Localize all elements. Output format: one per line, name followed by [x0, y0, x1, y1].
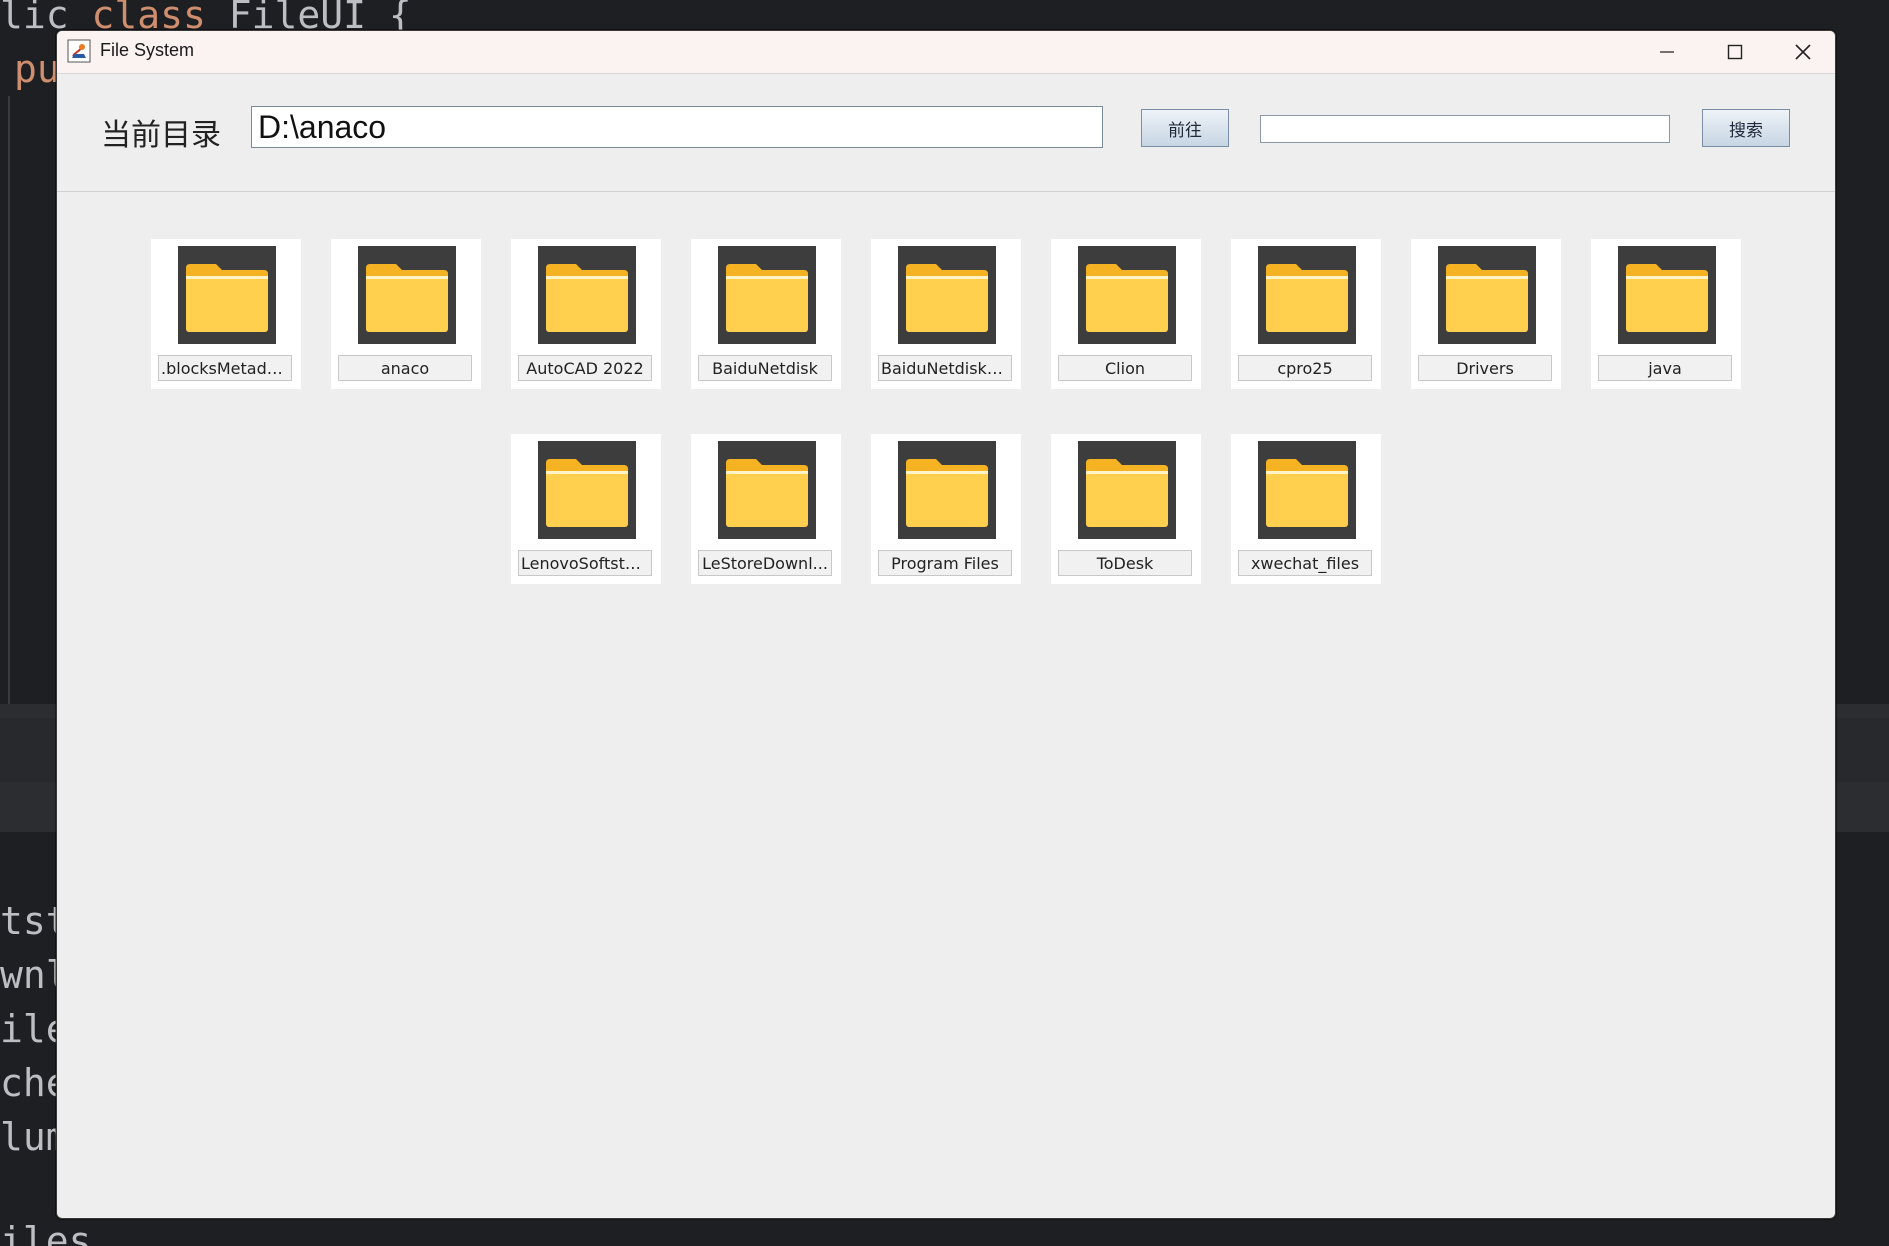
- folder-tile[interactable]: AutoCAD 2022: [511, 239, 661, 389]
- folder-thumbnail: [718, 246, 816, 344]
- folder-name: Drivers: [1418, 355, 1552, 381]
- folder-name: LenovoSoftsto...: [518, 550, 652, 576]
- folder-icon: [186, 264, 268, 332]
- folder-thumbnail: [1078, 246, 1176, 344]
- go-button[interactable]: 前往: [1141, 109, 1229, 147]
- maximize-button[interactable]: [1705, 31, 1765, 73]
- folder-icon: [366, 264, 448, 332]
- folder-icon: [1266, 459, 1348, 527]
- folder-icon: [546, 264, 628, 332]
- folder-icon: [1446, 264, 1528, 332]
- folder-name: AutoCAD 2022: [518, 355, 652, 381]
- folder-name: ToDesk: [1058, 550, 1192, 576]
- folder-tile[interactable]: BaiduNetdiskD...: [871, 239, 1021, 389]
- folder-icon: [906, 264, 988, 332]
- toolbar: 当前目录 前往 搜索: [57, 74, 1835, 192]
- folder-thumbnail: [718, 441, 816, 539]
- code-line-8: iles: [0, 1219, 92, 1246]
- folder-tile[interactable]: cpro25: [1231, 239, 1381, 389]
- folder-tile[interactable]: Program Files: [871, 434, 1021, 584]
- folder-tile[interactable]: Clion: [1051, 239, 1201, 389]
- folder-name: java: [1598, 355, 1732, 381]
- window-title: File System: [100, 40, 195, 60]
- path-input[interactable]: [251, 106, 1103, 148]
- folder-thumbnail: [1258, 441, 1356, 539]
- folder-icon: [906, 459, 988, 527]
- folder-icon: [1266, 264, 1348, 332]
- current-directory-label: 当前目录: [101, 118, 221, 153]
- folder-tile[interactable]: BaiduNetdisk: [691, 239, 841, 389]
- editor-gutter-line: [8, 96, 10, 706]
- folder-tile[interactable]: anaco: [331, 239, 481, 389]
- folder-name: anaco: [338, 355, 472, 381]
- folder-name: xwechat_files: [1238, 550, 1372, 576]
- folder-thumbnail: [538, 246, 636, 344]
- folder-name: Program Files: [878, 550, 1012, 576]
- folder-icon: [1086, 459, 1168, 527]
- folder-grid: .blocksMetada... anaco AutoCAD 2022 Baid…: [57, 192, 1835, 1212]
- folder-icon: [726, 264, 808, 332]
- folder-tile[interactable]: java: [1591, 239, 1741, 389]
- folder-thumbnail: [178, 246, 276, 344]
- folder-name: Clion: [1058, 355, 1192, 381]
- title-bar[interactable]: File System: [57, 31, 1835, 74]
- folder-thumbnail: [358, 246, 456, 344]
- search-input[interactable]: [1260, 115, 1670, 143]
- folder-thumbnail: [1078, 441, 1176, 539]
- maximize-icon: [1727, 44, 1743, 60]
- java-app-icon: [67, 39, 91, 63]
- close-button[interactable]: [1773, 31, 1833, 73]
- folder-tile[interactable]: xwechat_files: [1231, 434, 1381, 584]
- folder-thumbnail: [1618, 246, 1716, 344]
- folder-tile[interactable]: Drivers: [1411, 239, 1561, 389]
- folder-tile[interactable]: LeStoreDownl...: [691, 434, 841, 584]
- folder-name: BaiduNetdisk: [698, 355, 832, 381]
- folder-thumbnail: [898, 246, 996, 344]
- folder-name: .blocksMetada...: [158, 355, 292, 381]
- folder-thumbnail: [1258, 246, 1356, 344]
- folder-tile[interactable]: .blocksMetada...: [151, 239, 301, 389]
- folder-icon: [1086, 264, 1168, 332]
- folder-thumbnail: [538, 441, 636, 539]
- folder-name: BaiduNetdiskD...: [878, 355, 1012, 381]
- search-button[interactable]: 搜索: [1702, 109, 1790, 147]
- file-system-window: File System 当前目录 前往 搜索 .blocksMetada... …: [56, 30, 1836, 1219]
- folder-thumbnail: [1438, 246, 1536, 344]
- minimize-icon: [1660, 51, 1674, 53]
- folder-thumbnail: [898, 441, 996, 539]
- folder-tile[interactable]: LenovoSoftsto...: [511, 434, 661, 584]
- close-icon: [1795, 44, 1811, 60]
- folder-name: LeStoreDownl...: [698, 550, 832, 576]
- minimize-button[interactable]: [1637, 31, 1697, 73]
- code-line-2: pu: [14, 47, 60, 91]
- folder-tile[interactable]: ToDesk: [1051, 434, 1201, 584]
- folder-icon: [726, 459, 808, 527]
- folder-icon: [1626, 264, 1708, 332]
- folder-icon: [546, 459, 628, 527]
- folder-name: cpro25: [1238, 355, 1372, 381]
